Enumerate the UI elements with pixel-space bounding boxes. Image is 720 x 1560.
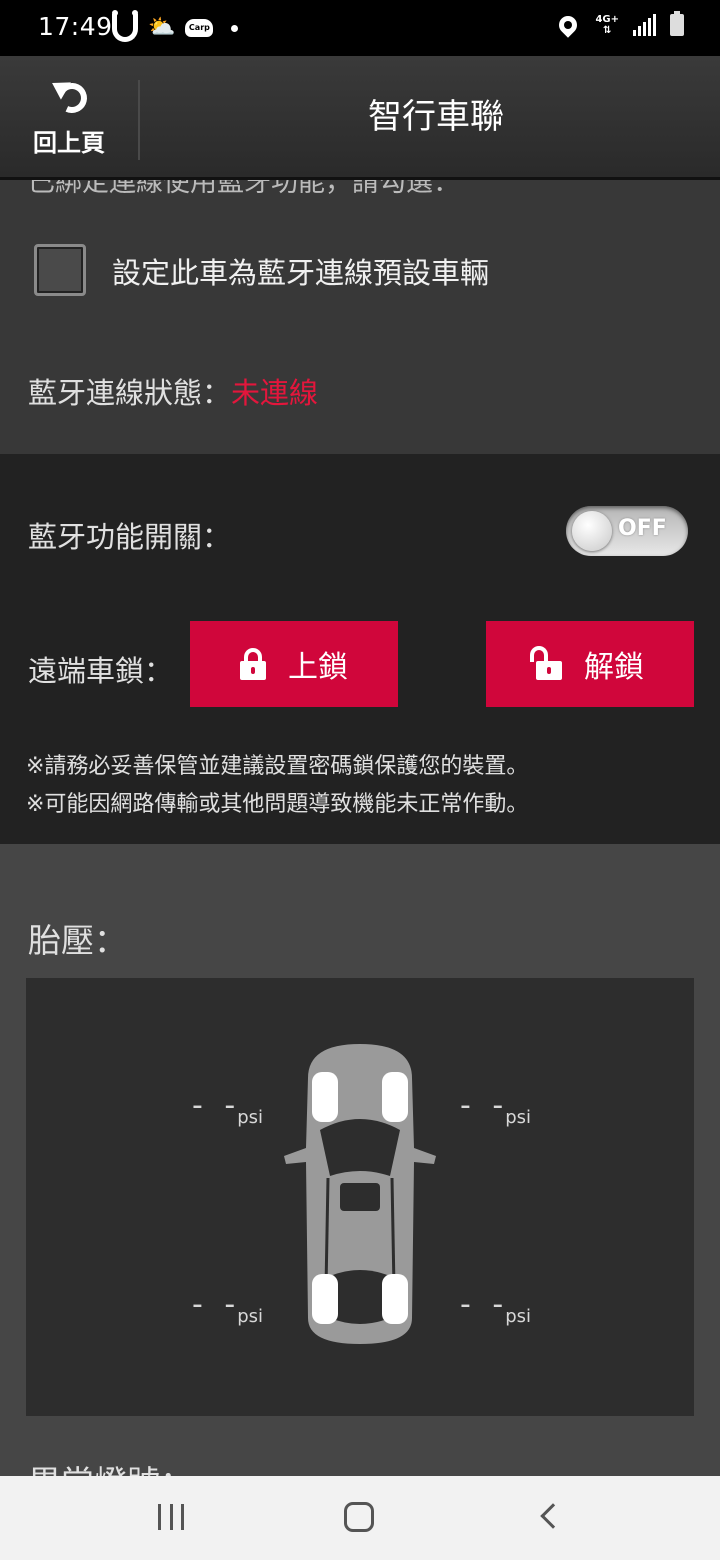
app-header: 回上頁 智行車聯 <box>0 56 720 180</box>
network-type: 4G+ ⇅ <box>595 14 619 36</box>
nav-back-icon[interactable] <box>540 1503 566 1529</box>
note-network: ※可能因網路傳輸或其他問題導致機能未正常作動。 <box>26 792 529 817</box>
bluetooth-toggle[interactable]: OFF <box>566 506 688 556</box>
back-button[interactable]: 回上頁 <box>0 56 138 174</box>
tire-front-right: - -psi <box>460 1088 531 1128</box>
tire-pressure-section: 胎壓： - -psi - -psi - -psi - -psi 異常燈號： <box>0 844 720 1476</box>
status-bar: 17:49 ⛅ Carp 4G+ ⇅ <box>0 0 720 56</box>
battery-icon <box>670 11 684 36</box>
unlock-button[interactable]: 解鎖 <box>486 621 694 707</box>
toggle-knob <box>572 511 612 551</box>
tire-rear-left: - -psi <box>192 1287 263 1327</box>
recent-apps-icon[interactable] <box>158 1504 184 1530</box>
tire-pressure-title: 胎壓： <box>28 921 127 960</box>
system-nav-bar <box>0 1476 720 1560</box>
control-section: 藍牙功能開關： OFF 遠端車鎖： 上鎖 解鎖 ※請務必妥善保管並建議設置密碼鎖… <box>0 454 720 844</box>
bluetooth-status-label: 藍牙連線狀態： <box>28 376 232 410</box>
bluetooth-status-value: 未連線 <box>231 376 319 410</box>
car-top-view-icon <box>284 1044 436 1344</box>
lock-button[interactable]: 上鎖 <box>190 621 398 707</box>
carp-icon: Carp <box>185 19 214 37</box>
location-icon <box>555 12 582 38</box>
lock-icon <box>240 648 266 680</box>
bluetooth-status: 藍牙連線狀態：未連線 <box>28 370 318 412</box>
bluetooth-section: 已綁定連線使用藍牙功能，請勾選： 設定此車為藍牙連線預設車輛 藍牙連線狀態：未連… <box>0 180 720 454</box>
page-title: 智行車聯 <box>368 97 504 137</box>
bluetooth-switch-label: 藍牙功能開關： <box>28 520 232 554</box>
status-left-icons: ⛅ Carp <box>112 10 239 42</box>
lock-button-label: 上鎖 <box>288 650 348 685</box>
status-right-icons: 4G+ ⇅ <box>555 11 684 38</box>
default-vehicle-checkbox[interactable] <box>34 244 86 296</box>
back-label: 回上頁 <box>33 128 105 157</box>
note-security: ※請務必妥善保管並建議設置密碼鎖保護您的裝置。 <box>26 754 529 779</box>
weather-icon: ⛅ <box>148 15 176 40</box>
unlock-button-label: 解鎖 <box>584 650 644 685</box>
remote-lock-label: 遠端車鎖： <box>28 654 174 688</box>
default-vehicle-label[interactable]: 設定此車為藍牙連線預設車輛 <box>112 250 489 292</box>
signal-icon <box>633 14 656 36</box>
warning-lights-title: 異常燈號： <box>28 1456 193 1476</box>
tire-rear-right: - -psi <box>460 1287 531 1327</box>
notification-dot-icon <box>231 24 239 32</box>
app-u-icon <box>112 10 138 42</box>
status-time: 17:49 <box>38 12 113 41</box>
tire-front-left: - -psi <box>192 1088 263 1128</box>
tire-pressure-panel: - -psi - -psi - -psi - -psi <box>26 978 694 1416</box>
bluetooth-instruction-text: 已綁定連線使用藍牙功能，請勾選： <box>28 180 460 198</box>
home-icon[interactable] <box>344 1502 374 1532</box>
toggle-state: OFF <box>618 516 667 541</box>
unlock-icon <box>530 646 562 680</box>
back-arrow-icon <box>47 73 92 117</box>
